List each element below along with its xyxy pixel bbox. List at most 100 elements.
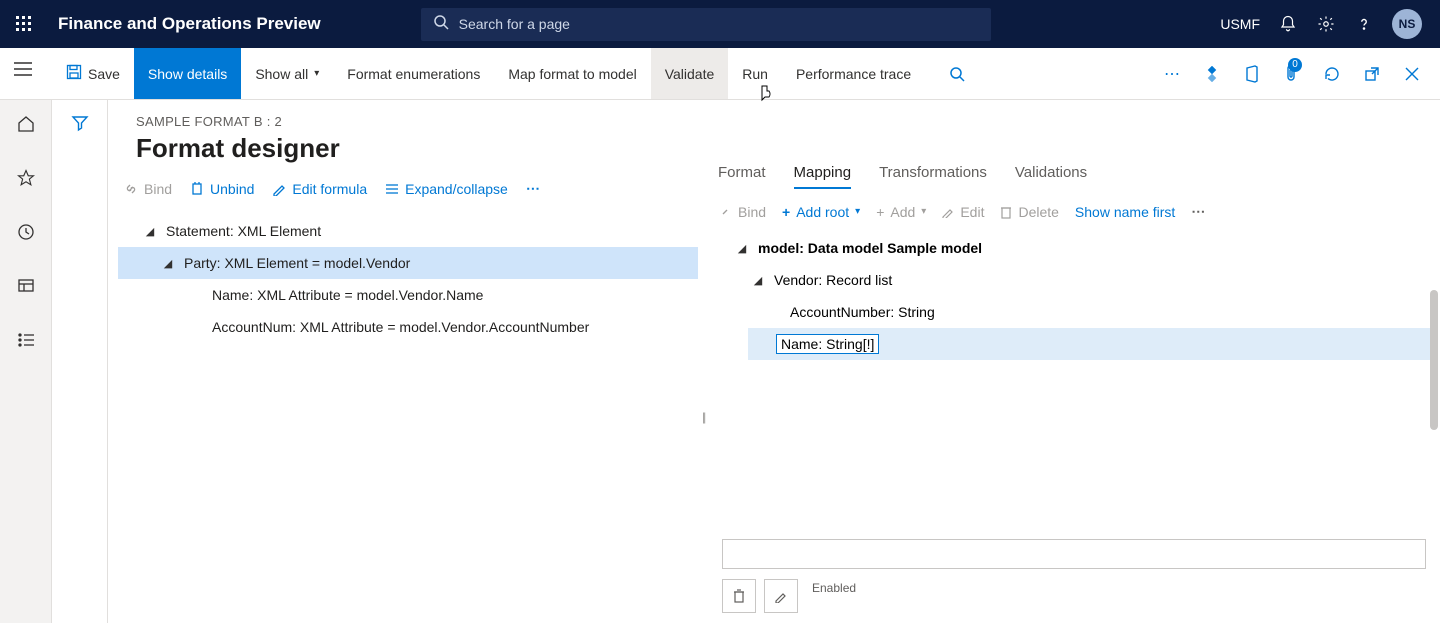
- mapping-row-account[interactable]: AccountNumber: String: [718, 296, 1430, 328]
- bell-icon[interactable]: [1278, 14, 1298, 34]
- mapping-bind-label: Bind: [738, 204, 766, 220]
- header-right: USMF NS: [1220, 9, 1440, 39]
- gear-icon[interactable]: [1316, 14, 1336, 34]
- filter-column: [52, 100, 108, 623]
- trash-icon[interactable]: [722, 579, 756, 613]
- mapping-tree[interactable]: ◢ model: Data model Sample model ◢ Vendo…: [708, 228, 1440, 360]
- attachments-icon[interactable]: 0: [1274, 48, 1310, 100]
- tab-validations[interactable]: Validations: [1015, 158, 1087, 189]
- show-details-label: Show details: [148, 66, 227, 82]
- search-command-icon[interactable]: [939, 48, 975, 100]
- mapping-panel: || Format Mapping Transformations Valida…: [708, 100, 1440, 623]
- attachment-count: 0: [1288, 58, 1302, 72]
- add-root-button[interactable]: + Add root ▾: [782, 204, 860, 220]
- close-icon[interactable]: [1394, 48, 1430, 100]
- split-handle-icon[interactable]: ||: [702, 410, 704, 424]
- chevron-down-icon: ▾: [855, 206, 860, 217]
- mapping-label: AccountNumber: String: [790, 304, 935, 320]
- add-root-label: Add root: [796, 204, 849, 220]
- avatar[interactable]: NS: [1392, 9, 1422, 39]
- format-toolbar: Bind Unbind Edit formula Expand/collapse…: [108, 164, 708, 207]
- tab-mapping[interactable]: Mapping: [794, 158, 852, 189]
- add-button[interactable]: + Add ▾: [876, 204, 926, 220]
- command-bar: Save Show details Show all ▾ Format enum…: [0, 48, 1440, 100]
- recent-icon[interactable]: [12, 218, 40, 246]
- save-button[interactable]: Save: [52, 48, 134, 99]
- page-header: SAMPLE FORMAT B : 2 Format designer: [108, 100, 708, 164]
- waffle-icon[interactable]: [0, 0, 48, 48]
- app-title: Finance and Operations Preview: [58, 14, 321, 34]
- more-toolbar-icon[interactable]: ⋯: [526, 180, 542, 197]
- tree-row-accountnum[interactable]: AccountNum: XML Attribute = model.Vendor…: [118, 311, 698, 343]
- show-name-first-label: Show name first: [1075, 204, 1175, 220]
- delete-button[interactable]: Delete: [1000, 204, 1058, 220]
- tree-label: Statement: XML Element: [166, 223, 321, 239]
- mapping-row-model[interactable]: ◢ model: Data model Sample model: [718, 232, 1430, 264]
- more-commands-icon[interactable]: ⋯: [1154, 48, 1190, 100]
- tab-transformations[interactable]: Transformations: [879, 158, 987, 189]
- mapping-row-vendor[interactable]: ◢ Vendor: Record list: [718, 264, 1430, 296]
- modules-icon[interactable]: [12, 326, 40, 354]
- performance-trace-button[interactable]: Performance trace: [782, 48, 925, 99]
- bind-button[interactable]: Bind: [124, 181, 172, 197]
- tab-format[interactable]: Format: [718, 158, 766, 189]
- company-code[interactable]: USMF: [1220, 16, 1260, 32]
- star-icon[interactable]: [12, 164, 40, 192]
- chevron-down-icon: ▾: [314, 68, 319, 79]
- mapping-row-name[interactable]: Name: String[!]: [748, 328, 1430, 360]
- format-tree[interactable]: ◢ Statement: XML Element ◢ Party: XML El…: [108, 207, 708, 343]
- show-all-label: Show all: [255, 66, 308, 82]
- bottom-row: Enabled: [708, 579, 1440, 623]
- format-panel: SAMPLE FORMAT B : 2 Format designer Bind…: [108, 100, 708, 623]
- expand-collapse-button[interactable]: Expand/collapse: [385, 181, 508, 197]
- pencil-icon[interactable]: [764, 579, 798, 613]
- run-label: Run: [742, 66, 768, 82]
- edit-button[interactable]: Edit: [942, 204, 984, 220]
- left-nav-rail: [0, 100, 52, 623]
- perf-trace-label: Performance trace: [796, 66, 911, 82]
- edit-label: Edit: [960, 204, 984, 220]
- unbind-label: Unbind: [210, 181, 254, 197]
- page-title: Format designer: [136, 133, 680, 164]
- diamond-icon[interactable]: [1194, 48, 1230, 100]
- map-format-label: Map format to model: [508, 66, 636, 82]
- show-name-first-button[interactable]: Show name first: [1075, 204, 1175, 220]
- home-icon[interactable]: [12, 110, 40, 138]
- mapping-label: Vendor: Record list: [774, 272, 892, 288]
- tree-row-party[interactable]: ◢ Party: XML Element = model.Vendor: [118, 247, 698, 279]
- mapping-label: model: Data model Sample model: [758, 240, 982, 256]
- save-icon: [66, 64, 82, 83]
- scrollbar[interactable]: [1430, 290, 1438, 430]
- global-search[interactable]: Search for a page: [421, 8, 991, 41]
- validate-button[interactable]: Validate: [651, 48, 729, 99]
- tree-row-name[interactable]: Name: XML Attribute = model.Vendor.Name: [118, 279, 698, 311]
- nav-hamburger-icon[interactable]: [14, 62, 32, 81]
- mapping-more-icon[interactable]: ⋯: [1191, 203, 1207, 220]
- plus-icon: +: [876, 204, 884, 220]
- filter-icon[interactable]: [71, 114, 89, 623]
- search-placeholder: Search for a page: [459, 16, 570, 32]
- property-input[interactable]: [722, 539, 1426, 569]
- popout-icon[interactable]: [1354, 48, 1390, 100]
- format-enum-label: Format enumerations: [347, 66, 480, 82]
- show-all-button[interactable]: Show all ▾: [241, 48, 333, 99]
- bind-label: Bind: [144, 181, 172, 197]
- expand-label: Expand/collapse: [405, 181, 508, 197]
- tree-row-statement[interactable]: ◢ Statement: XML Element: [118, 215, 698, 247]
- map-format-to-model-button[interactable]: Map format to model: [494, 48, 650, 99]
- tree-label: AccountNum: XML Attribute = model.Vendor…: [212, 319, 589, 335]
- unbind-button[interactable]: Unbind: [190, 181, 254, 197]
- refresh-icon[interactable]: [1314, 48, 1350, 100]
- edit-formula-button[interactable]: Edit formula: [272, 181, 367, 197]
- office-icon[interactable]: [1234, 48, 1270, 100]
- tree-label: Party: XML Element = model.Vendor: [184, 255, 410, 271]
- enabled-label: Enabled: [812, 581, 856, 595]
- run-button[interactable]: Run: [728, 48, 782, 99]
- help-icon[interactable]: [1354, 14, 1374, 34]
- workspace-icon[interactable]: [12, 272, 40, 300]
- format-enumerations-button[interactable]: Format enumerations: [333, 48, 494, 99]
- plus-icon: +: [782, 204, 790, 220]
- show-details-button[interactable]: Show details: [134, 48, 241, 99]
- right-tabs: Format Mapping Transformations Validatio…: [708, 158, 1440, 189]
- mapping-bind-button[interactable]: Bind: [718, 204, 766, 220]
